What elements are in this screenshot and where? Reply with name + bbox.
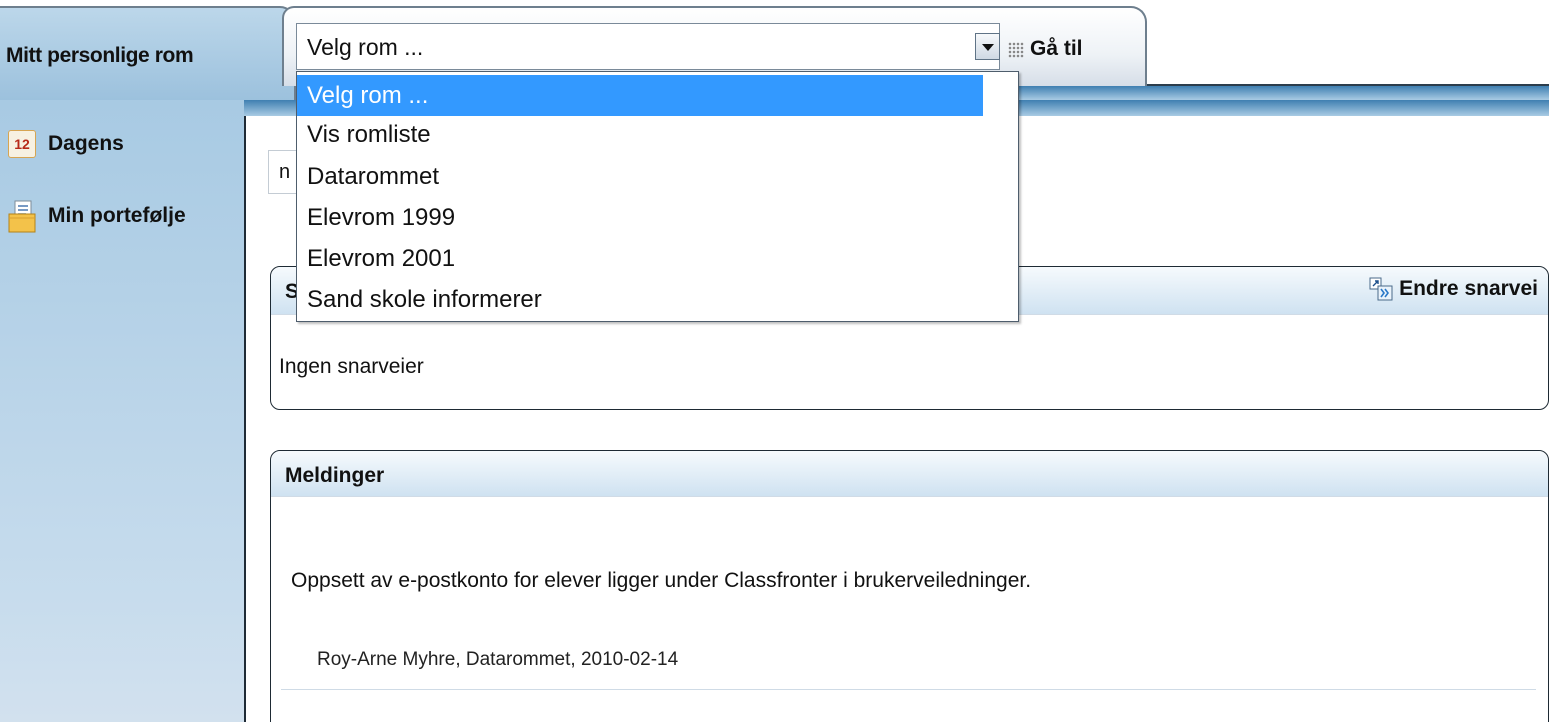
room-dropdown-list: Velg rom ... Vis romliste Datarommet Ele… <box>296 71 1019 322</box>
room-select[interactable]: Velg rom ... <box>296 23 1000 70</box>
room-select-value: Velg rom ... <box>307 34 424 60</box>
dropdown-option-velg-rom[interactable]: Velg rom ... <box>297 75 983 116</box>
message-text: Oppsett av e-postkonto for elever ligger… <box>291 569 1032 592</box>
dropdown-option-datarommet[interactable]: Datarommet <box>297 156 439 197</box>
tab-personal-room[interactable]: Mitt personlige rom <box>0 6 296 100</box>
sidebar-item-label: Dagens <box>48 132 124 155</box>
tab-personal-room-label: Mitt personlige rom <box>6 44 194 67</box>
search-input-value: n <box>279 161 291 183</box>
messages-panel: Meldinger Oppsett av e-postkonto for ele… <box>270 450 1549 722</box>
dots-icon <box>1008 42 1024 58</box>
sidebar-item-portfolio[interactable]: Min portefølje <box>8 200 186 233</box>
messages-panel-title: Meldinger <box>285 464 385 487</box>
header-strip-right <box>1147 84 1549 100</box>
sidebar-item-label: Min portefølje <box>48 204 186 227</box>
dropdown-option-vis-romliste[interactable]: Vis romliste <box>297 114 431 155</box>
edit-shortcut-label: Endre snarvei <box>1399 277 1538 300</box>
dropdown-option-sand-skole-informerer[interactable]: Sand skole informerer <box>297 279 542 320</box>
goto-button-label: Gå til <box>1030 37 1083 60</box>
shortcut-icon <box>1369 277 1393 301</box>
message-meta: Roy-Arne Myhre, Datarommet, 2010-02-14 <box>317 649 679 670</box>
goto-button[interactable]: Gå til <box>1008 36 1118 62</box>
messages-panel-header: Meldinger <box>271 451 1548 497</box>
message-divider <box>281 689 1536 690</box>
sidebar: 12 Dagens Min portefølje <box>0 100 244 722</box>
edit-shortcut-button[interactable]: Endre snarvei <box>1369 277 1538 301</box>
calendar-icon: 12 <box>8 130 36 158</box>
dropdown-option-elevrom-1999[interactable]: Elevrom 1999 <box>297 197 455 238</box>
chevron-down-icon[interactable] <box>975 33 1000 60</box>
shortcuts-empty-text: Ingen snarveier <box>279 355 424 378</box>
dropdown-option-elevrom-2001[interactable]: Elevrom 2001 <box>297 238 455 279</box>
portfolio-icon <box>8 200 36 233</box>
sidebar-item-dagens[interactable]: 12 Dagens <box>8 130 124 158</box>
